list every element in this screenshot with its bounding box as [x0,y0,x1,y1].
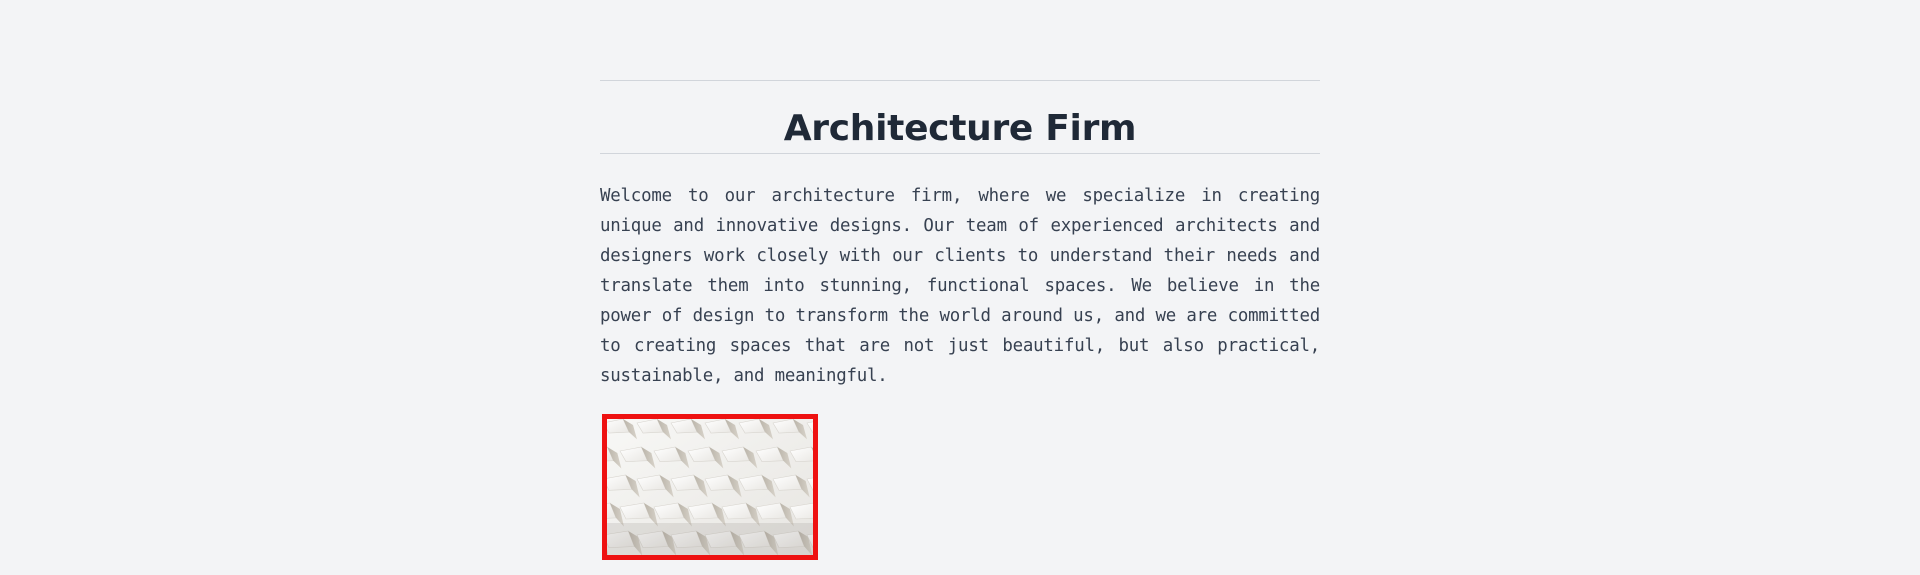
intro-paragraph: Welcome to our architecture firm, where … [600,186,1320,386]
title-divider [600,153,1320,154]
main-content: Architecture Firm Welcome to our archite… [600,80,1320,391]
page-title: Architecture Firm [783,108,1137,149]
facade-bottom-shade [607,523,813,555]
facade-photo-graphic [607,419,813,555]
architecture-image [602,414,818,560]
page: Architecture Firm Welcome to our archite… [0,0,1920,575]
